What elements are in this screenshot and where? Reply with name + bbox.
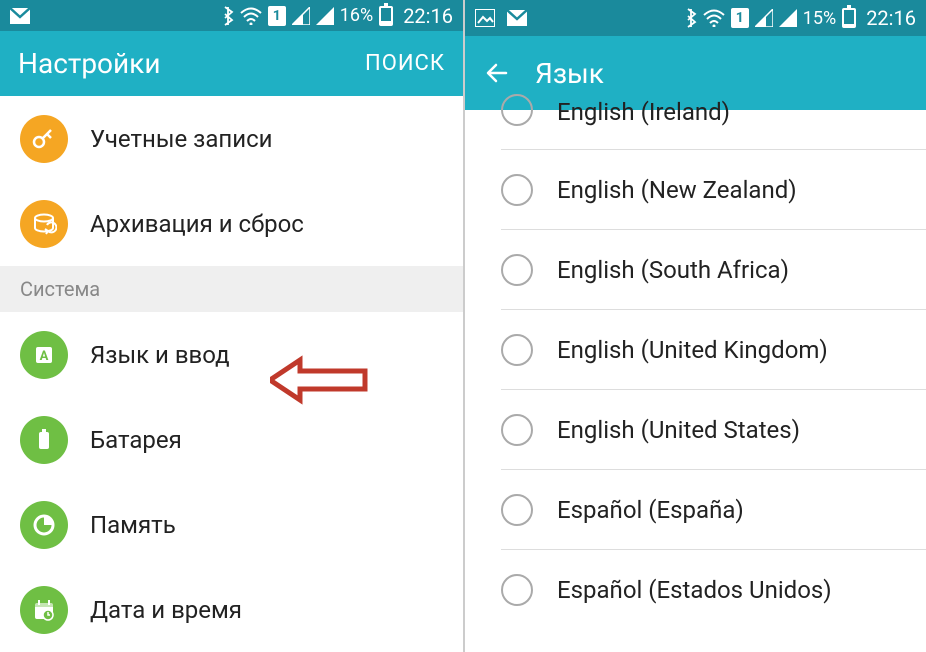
settings-item-label: Дата и время (90, 596, 242, 624)
radio-icon (501, 334, 533, 366)
settings-item-language[interactable]: A Язык и ввод (0, 312, 463, 397)
wifi-icon (703, 9, 725, 27)
battery-icon (20, 416, 68, 464)
section-header-system: Система (0, 266, 463, 312)
language-label: English (South Africa) (557, 256, 789, 284)
settings-item-label: Архивация и сброс (90, 210, 304, 238)
signal-icon-1 (755, 9, 773, 27)
language-label: English (New Zealand) (557, 176, 797, 204)
settings-item-label: Язык и ввод (90, 341, 230, 369)
language-label: English (Ireland) (557, 98, 730, 126)
wifi-icon (240, 7, 262, 25)
language-option[interactable]: English (United States) (501, 390, 926, 470)
language-option[interactable]: English (Ireland) (501, 110, 926, 150)
clock: 22:16 (866, 6, 916, 30)
radio-icon (501, 94, 533, 126)
language-icon: A (20, 331, 68, 379)
signal-icon-2 (779, 9, 797, 27)
memory-icon (20, 501, 68, 549)
language-options[interactable]: English (Ireland) English (New Zealand) … (465, 110, 926, 652)
clock: 22:16 (403, 4, 453, 28)
calendar-icon (20, 586, 68, 634)
radio-icon (501, 254, 533, 286)
statusbar-left: 1 16% 22:16 (0, 0, 463, 31)
image-icon (475, 9, 495, 27)
gmail-icon (507, 10, 527, 26)
page-title: Настройки (18, 47, 365, 80)
screen-language: 1 15% 22:16 Язык English (Ireland) Engli… (463, 0, 926, 652)
statusbar-right: 1 15% 22:16 (465, 0, 926, 36)
bluetooth-icon (685, 8, 697, 28)
settings-item-battery[interactable]: Батарея (0, 397, 463, 482)
language-option[interactable]: English (South Africa) (501, 230, 926, 310)
signal-icon-1 (292, 7, 310, 25)
battery-icon (842, 8, 856, 28)
back-button[interactable] (483, 58, 513, 88)
radio-icon (501, 574, 533, 606)
battery-percent: 16% (340, 5, 373, 26)
settings-item-backup[interactable]: Архивация и сброс (0, 181, 463, 266)
key-icon (20, 115, 68, 163)
language-option[interactable]: Español (España) (501, 470, 926, 550)
search-link[interactable]: ПОИСК (365, 51, 445, 76)
radio-icon (501, 174, 533, 206)
settings-item-label: Учетные записи (90, 125, 273, 153)
svg-text:A: A (40, 349, 49, 364)
settings-item-accounts[interactable]: Учетные записи (0, 96, 463, 181)
language-option[interactable]: English (New Zealand) (501, 150, 926, 230)
gmail-icon (10, 8, 30, 24)
appbar-settings: Настройки ПОИСК (0, 31, 463, 96)
sim-icon: 1 (731, 8, 749, 28)
language-option[interactable]: English (United Kingdom) (501, 310, 926, 390)
radio-icon (501, 494, 533, 526)
annotation-arrow (270, 355, 370, 405)
battery-icon (379, 6, 393, 26)
language-label: Español (España) (557, 496, 744, 524)
page-title: Язык (535, 57, 908, 90)
language-label: English (United States) (557, 416, 800, 444)
language-label: Español (Estados Unidos) (557, 576, 832, 604)
radio-icon (501, 414, 533, 446)
battery-percent: 15% (803, 8, 836, 29)
backup-icon (20, 200, 68, 248)
bluetooth-icon (222, 6, 234, 26)
screen-settings: 1 16% 22:16 Настройки ПОИСК Учетные запи… (0, 0, 463, 652)
settings-item-memory[interactable]: Память (0, 482, 463, 567)
signal-icon-2 (316, 7, 334, 25)
settings-list: Учетные записи Архивация и сброс Система… (0, 96, 463, 652)
settings-item-datetime[interactable]: Дата и время (0, 567, 463, 652)
sim-icon: 1 (268, 6, 286, 26)
language-label: English (United Kingdom) (557, 336, 828, 364)
settings-item-label: Батарея (90, 426, 182, 454)
settings-item-label: Память (90, 511, 176, 539)
language-option[interactable]: Español (Estados Unidos) (501, 550, 926, 630)
